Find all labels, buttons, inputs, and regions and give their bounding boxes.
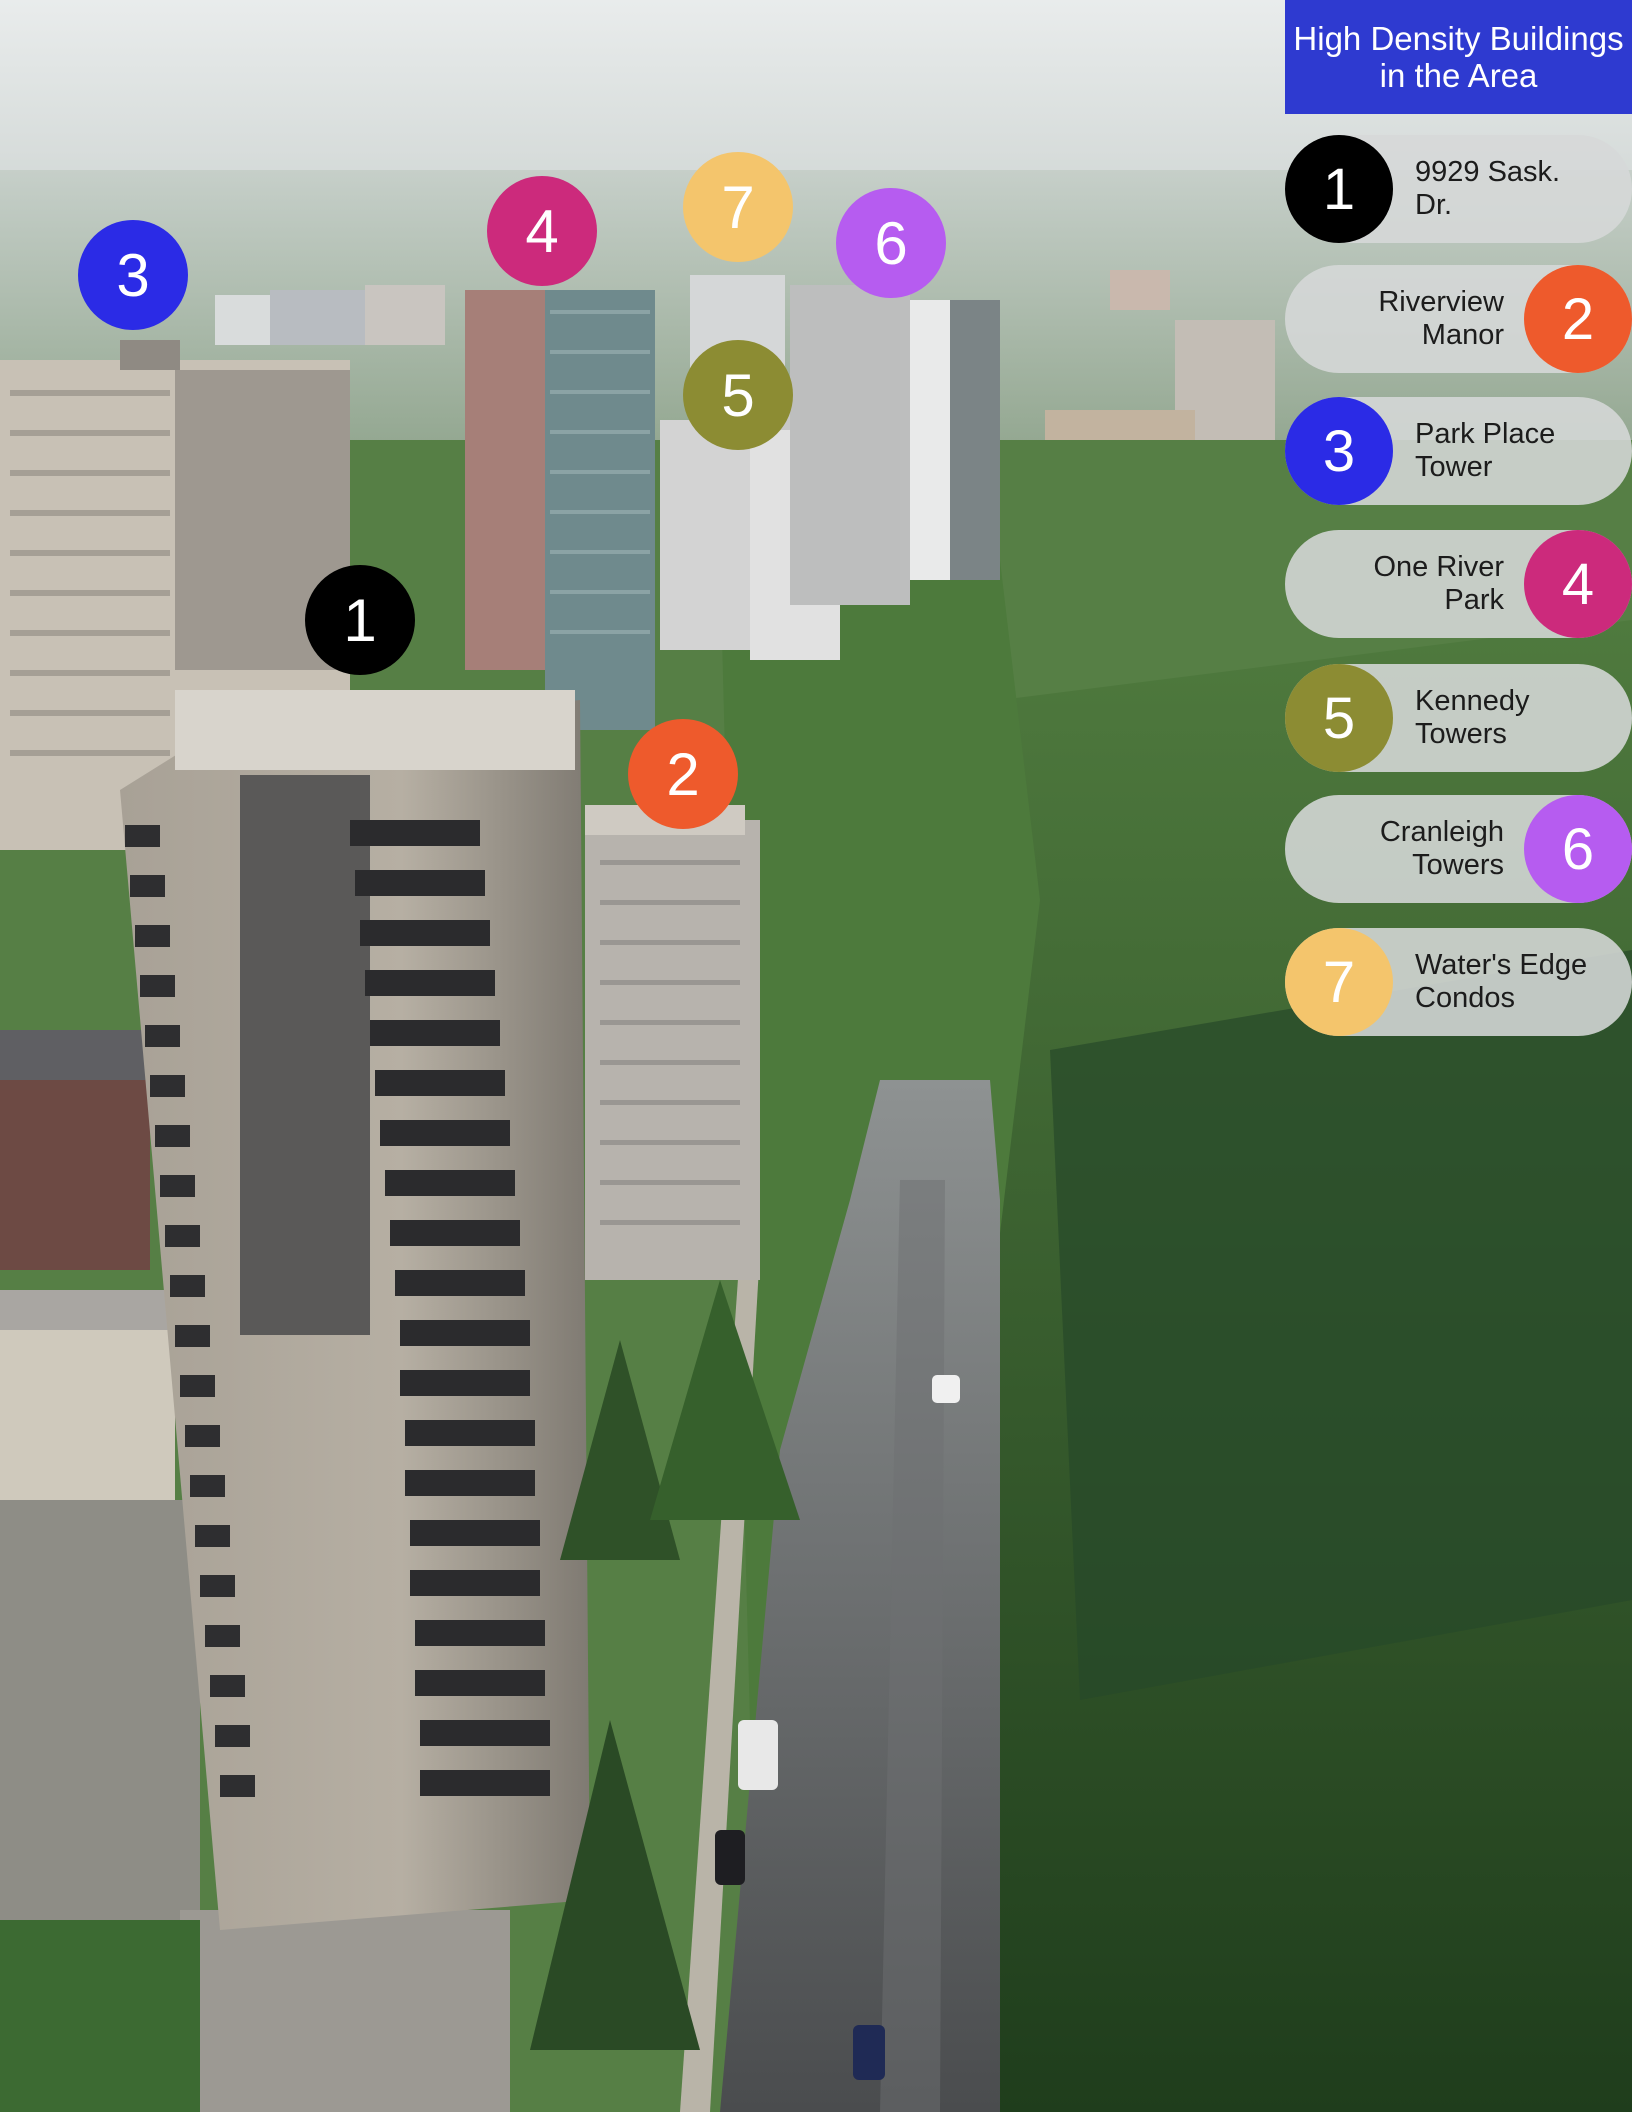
legend-badge-6: 6 bbox=[1524, 795, 1632, 903]
legend-badge-7: 7 bbox=[1285, 928, 1393, 1036]
legend-label-5: Kennedy Towers bbox=[1415, 685, 1530, 750]
marker-2[interactable]: 2 bbox=[628, 719, 738, 829]
legend-item-7[interactable]: 7 Water's Edge Condos bbox=[1285, 928, 1632, 1036]
legend-badge-4: 4 bbox=[1524, 530, 1632, 638]
marker-7[interactable]: 7 bbox=[683, 152, 793, 262]
legend-badge-5: 5 bbox=[1285, 664, 1393, 772]
marker-4[interactable]: 4 bbox=[487, 176, 597, 286]
legend-label-1: 9929 Sask. Dr. bbox=[1415, 156, 1561, 221]
legend-item-1[interactable]: 1 9929 Sask. Dr. bbox=[1285, 135, 1632, 243]
legend-title: High Density Buildings in the Area bbox=[1285, 0, 1632, 114]
marker-5[interactable]: 5 bbox=[683, 340, 793, 450]
legend-label-3: Park Place Tower bbox=[1415, 418, 1556, 483]
legend-label-2: Riverview Manor bbox=[1378, 286, 1504, 351]
marker-6-number: 6 bbox=[874, 209, 908, 277]
legend-badge-3: 3 bbox=[1285, 397, 1393, 505]
legend-item-3[interactable]: 3 Park Place Tower bbox=[1285, 397, 1632, 505]
marker-4-number: 4 bbox=[525, 197, 559, 265]
marker-1[interactable]: 1 bbox=[305, 565, 415, 675]
marker-3[interactable]: 3 bbox=[78, 220, 188, 330]
legend-badge-1: 1 bbox=[1285, 135, 1393, 243]
legend-label-6: Cranleigh Towers bbox=[1379, 816, 1504, 881]
legend-label-4: One River Park bbox=[1373, 551, 1504, 616]
marker-1-number: 1 bbox=[343, 586, 377, 654]
legend-item-4[interactable]: One River Park 4 bbox=[1285, 530, 1632, 638]
marker-7-number: 7 bbox=[721, 173, 755, 241]
marker-6[interactable]: 6 bbox=[836, 188, 946, 298]
marker-3-number: 3 bbox=[116, 241, 150, 309]
legend-label-7: Water's Edge Condos bbox=[1415, 949, 1588, 1014]
marker-2-number: 2 bbox=[666, 740, 700, 808]
legend-item-5[interactable]: 5 Kennedy Towers bbox=[1285, 664, 1632, 772]
marker-5-number: 5 bbox=[721, 361, 755, 429]
legend-badge-2: 2 bbox=[1524, 265, 1632, 373]
legend-item-6[interactable]: Cranleigh Towers 6 bbox=[1285, 795, 1632, 903]
legend-item-2[interactable]: Riverview Manor 2 bbox=[1285, 265, 1632, 373]
